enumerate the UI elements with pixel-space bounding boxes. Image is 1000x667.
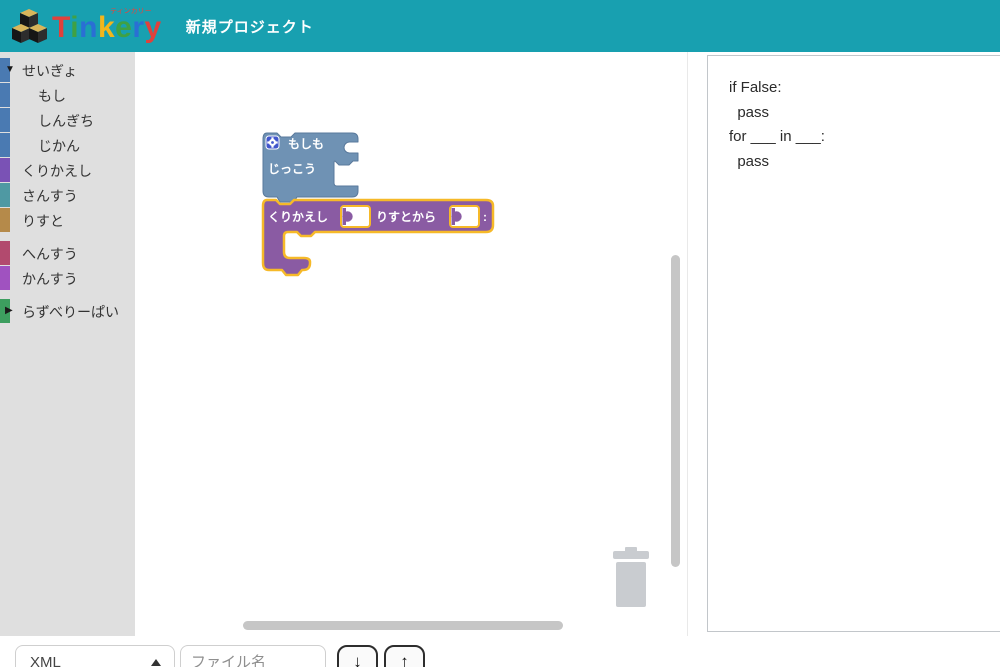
sidebar-item-kansuu[interactable]: かんすう [0, 266, 135, 291]
category-color-bar [0, 108, 10, 132]
sidebar-item-sansuu[interactable]: さんすう [0, 183, 135, 208]
if-block-do-label: じっこう [268, 162, 316, 176]
category-color-bar [0, 208, 10, 232]
code-line: pass [729, 103, 770, 121]
workspace-blocks: もしも じっこう くりかえし りすとから : [261, 132, 495, 277]
category-color-bar [0, 83, 10, 107]
category-label: さんすう [22, 187, 78, 204]
value-socket-list[interactable] [449, 205, 480, 228]
upload-arrow-icon: ↑ [400, 651, 409, 667]
gear-icon[interactable] [265, 135, 280, 150]
chevron-expanded-icon[interactable]: ▼ [5, 65, 15, 75]
category-color-bar [0, 241, 10, 265]
logo-letter: i [70, 11, 80, 44]
project-title: 新規プロジェクト [185, 18, 314, 36]
sidebar: ▼ せいぎょもししんぎちじかんくりかえしさんすうりすとへんすうかんすう ▶ らずべりー… [0, 52, 135, 636]
sidebar-item-seigyo[interactable]: ▼ せいぎょ [0, 58, 135, 83]
sidebar-item-shingichi[interactable]: しんぎち [0, 108, 135, 133]
category-label: りすと [22, 212, 64, 229]
sidebar-category-list: ▼ せいぎょもししんぎちじかんくりかえしさんすうりすとへんすうかんすう ▶ らずべりー… [0, 58, 135, 324]
app-window: ティンカリー Tinkery 新規プロジェクト ▼ せいぎょもししんぎちじかんくり… [0, 0, 1000, 667]
trash-icon[interactable] [610, 545, 654, 607]
format-select-value: XML [30, 653, 61, 667]
category-color-bar [0, 266, 10, 290]
logo-letter: n [79, 11, 98, 44]
category-label: しんぎち [38, 112, 94, 129]
code-panel: if False: pass for ___ in ___: pass [707, 55, 1000, 632]
footer-toolbar: XML ↓ ↑ [0, 636, 1000, 667]
code-line: pass [729, 152, 770, 170]
sidebar-item-risuto[interactable]: りすと [0, 208, 135, 233]
category-color-bar [0, 183, 10, 207]
app-logo[interactable]: ティンカリー Tinkery [12, 0, 162, 52]
filename-input[interactable] [180, 645, 326, 667]
code-output: if False: pass for ___ in ___: pass [708, 56, 1000, 174]
sidebar-item-hensuu[interactable]: へんすう [0, 241, 135, 266]
category-label: かんすう [22, 270, 78, 287]
for-block-colon-label: : [483, 210, 487, 224]
category-color-bar [0, 133, 10, 157]
sidebar-item-moshi[interactable]: もし [0, 83, 135, 108]
for-block-from-label: りすとから [376, 210, 436, 224]
for-loop-block[interactable]: くりかえし りすとから : [261, 198, 495, 277]
category-label: らずべりーぱい [22, 303, 120, 320]
logo-letter: T [52, 11, 71, 44]
category-label: じかん [38, 137, 80, 154]
category-color-bar [0, 158, 10, 182]
category-label: くりかえし [22, 162, 92, 179]
sidebar-item-raspberrypi[interactable]: ▶ らずべりーぱい [0, 299, 135, 324]
value-socket-item[interactable] [340, 205, 371, 228]
code-line: for ___ in ___: [729, 128, 825, 145]
sidebar-item-jikan[interactable]: じかん [0, 133, 135, 158]
if-block-label: もしも [288, 137, 324, 151]
category-label: もし [38, 87, 66, 104]
if-block[interactable]: もしも じっこう [262, 132, 359, 203]
sidebar-item-kurikaeshi[interactable]: くりかえし [0, 158, 135, 183]
logo-furigana: ティンカリー [110, 8, 152, 15]
format-select[interactable]: XML [15, 645, 175, 667]
upload-button[interactable]: ↑ [384, 645, 425, 667]
chevron-up-icon [151, 659, 161, 666]
chevron-collapsed-icon[interactable]: ▶ [5, 306, 13, 316]
logo-wordmark: ティンカリー Tinkery [52, 4, 162, 48]
download-arrow-icon: ↓ [353, 651, 362, 667]
horizontal-scrollbar[interactable] [243, 621, 563, 630]
download-button[interactable]: ↓ [337, 645, 378, 667]
logo-cubes-icon [12, 9, 47, 43]
for-block-repeat-label: くりかえし [268, 210, 328, 224]
app-header: ティンカリー Tinkery 新規プロジェクト [0, 0, 1000, 52]
category-label: へんすう [22, 245, 78, 262]
vertical-scrollbar[interactable] [671, 255, 680, 567]
category-label: せいぎょ [22, 62, 78, 79]
code-line: if False: [729, 79, 782, 96]
